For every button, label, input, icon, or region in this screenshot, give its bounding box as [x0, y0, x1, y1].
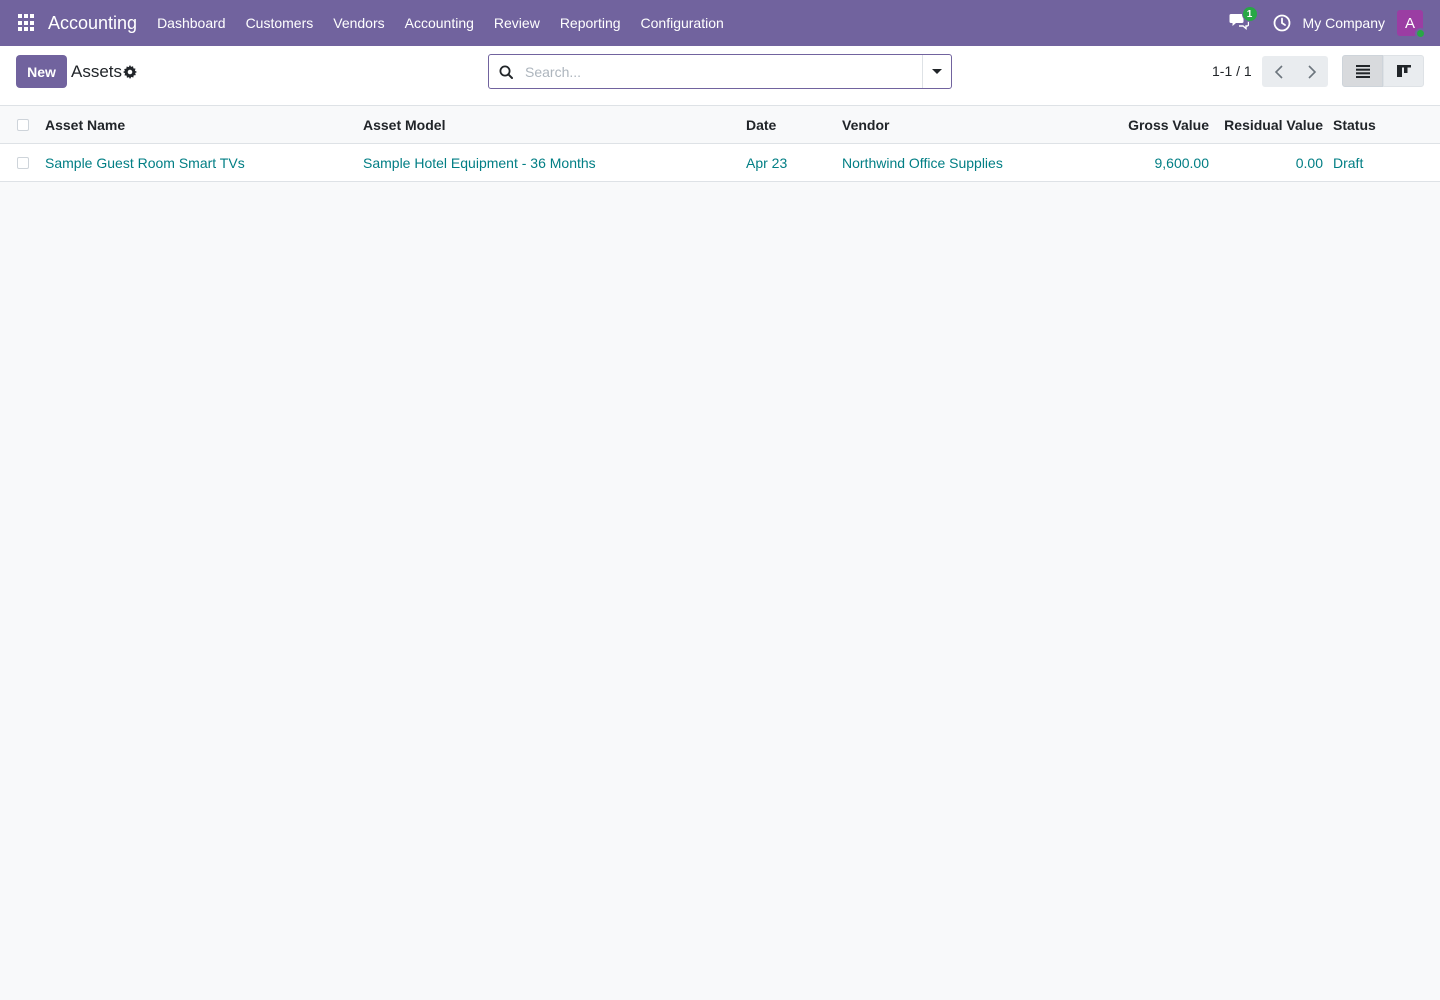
- column-header-date[interactable]: Date: [746, 106, 776, 144]
- cell-residual-value[interactable]: 0.00: [1296, 144, 1323, 182]
- menu-item-review[interactable]: Review: [494, 15, 540, 31]
- column-header-residual-value[interactable]: Residual Value: [1224, 106, 1323, 144]
- company-switcher[interactable]: My Company: [1303, 15, 1385, 31]
- search-bar: [488, 54, 952, 89]
- search-options-toggle[interactable]: [922, 55, 951, 88]
- menu-item-reporting[interactable]: Reporting: [560, 15, 621, 31]
- caret-down-icon: [932, 69, 942, 74]
- main-menu: Dashboard Customers Vendors Accounting R…: [157, 15, 744, 31]
- apps-grid-icon[interactable]: [18, 14, 36, 32]
- search-icon: [499, 65, 513, 79]
- menu-item-vendors[interactable]: Vendors: [333, 15, 384, 31]
- table-row[interactable]: Sample Guest Room Smart TVs Sample Hotel…: [0, 144, 1440, 182]
- app-name[interactable]: Accounting: [48, 13, 137, 34]
- column-header-status[interactable]: Status: [1333, 106, 1376, 144]
- select-all-checkbox[interactable]: [17, 119, 29, 131]
- control-panel: New Assets 1-1 / 1: [0, 46, 1440, 106]
- menu-item-customers[interactable]: Customers: [246, 15, 314, 31]
- column-header-vendor[interactable]: Vendor: [842, 106, 889, 144]
- page-title: Assets: [71, 62, 123, 81]
- menu-item-accounting[interactable]: Accounting: [405, 15, 474, 31]
- top-navbar: Accounting Dashboard Customers Vendors A…: [0, 0, 1440, 46]
- cell-asset-model[interactable]: Sample Hotel Equipment - 36 Months: [363, 144, 596, 182]
- list-view-button[interactable]: [1342, 55, 1383, 87]
- chat-button[interactable]: 1: [1229, 6, 1258, 34]
- chevron-left-icon: [1274, 64, 1283, 79]
- column-header-gross-value[interactable]: Gross Value: [1128, 106, 1209, 144]
- online-status-dot: [1415, 28, 1426, 39]
- list-view-icon: [1355, 65, 1370, 78]
- row-checkbox[interactable]: [17, 157, 29, 169]
- menu-item-dashboard[interactable]: Dashboard: [157, 15, 226, 31]
- pager-next-button[interactable]: [1295, 56, 1328, 87]
- cell-gross-value[interactable]: 9,600.00: [1155, 144, 1210, 182]
- pager-value[interactable]: 1-1 / 1: [1212, 63, 1252, 79]
- gear-icon[interactable]: [123, 65, 137, 79]
- new-button[interactable]: New: [16, 55, 67, 88]
- assets-list: Asset Name Asset Model Date Vendor Gross…: [0, 106, 1440, 182]
- avatar-letter: A: [1404, 14, 1415, 32]
- cell-date[interactable]: Apr 23: [746, 144, 787, 182]
- pager-previous-button[interactable]: [1262, 56, 1295, 87]
- kanban-view-icon: [1396, 65, 1411, 77]
- activity-button[interactable]: [1273, 14, 1291, 32]
- cell-asset-name[interactable]: Sample Guest Room Smart TVs: [45, 144, 245, 182]
- chevron-right-icon: [1307, 64, 1316, 79]
- menu-item-configuration[interactable]: Configuration: [641, 15, 724, 31]
- clock-icon: [1273, 14, 1290, 32]
- chat-badge: 1: [1241, 6, 1258, 22]
- search-input[interactable]: [525, 56, 922, 87]
- cell-status[interactable]: Draft: [1333, 144, 1363, 182]
- kanban-view-button[interactable]: [1383, 55, 1424, 87]
- table-header: Asset Name Asset Model Date Vendor Gross…: [0, 106, 1440, 144]
- user-avatar[interactable]: A: [1397, 10, 1426, 39]
- navbar-systray: 1 My Company A: [1229, 0, 1440, 46]
- cell-vendor[interactable]: Northwind Office Supplies: [842, 144, 1003, 182]
- column-header-asset-name[interactable]: Asset Name: [45, 106, 125, 144]
- column-header-asset-model[interactable]: Asset Model: [363, 106, 445, 144]
